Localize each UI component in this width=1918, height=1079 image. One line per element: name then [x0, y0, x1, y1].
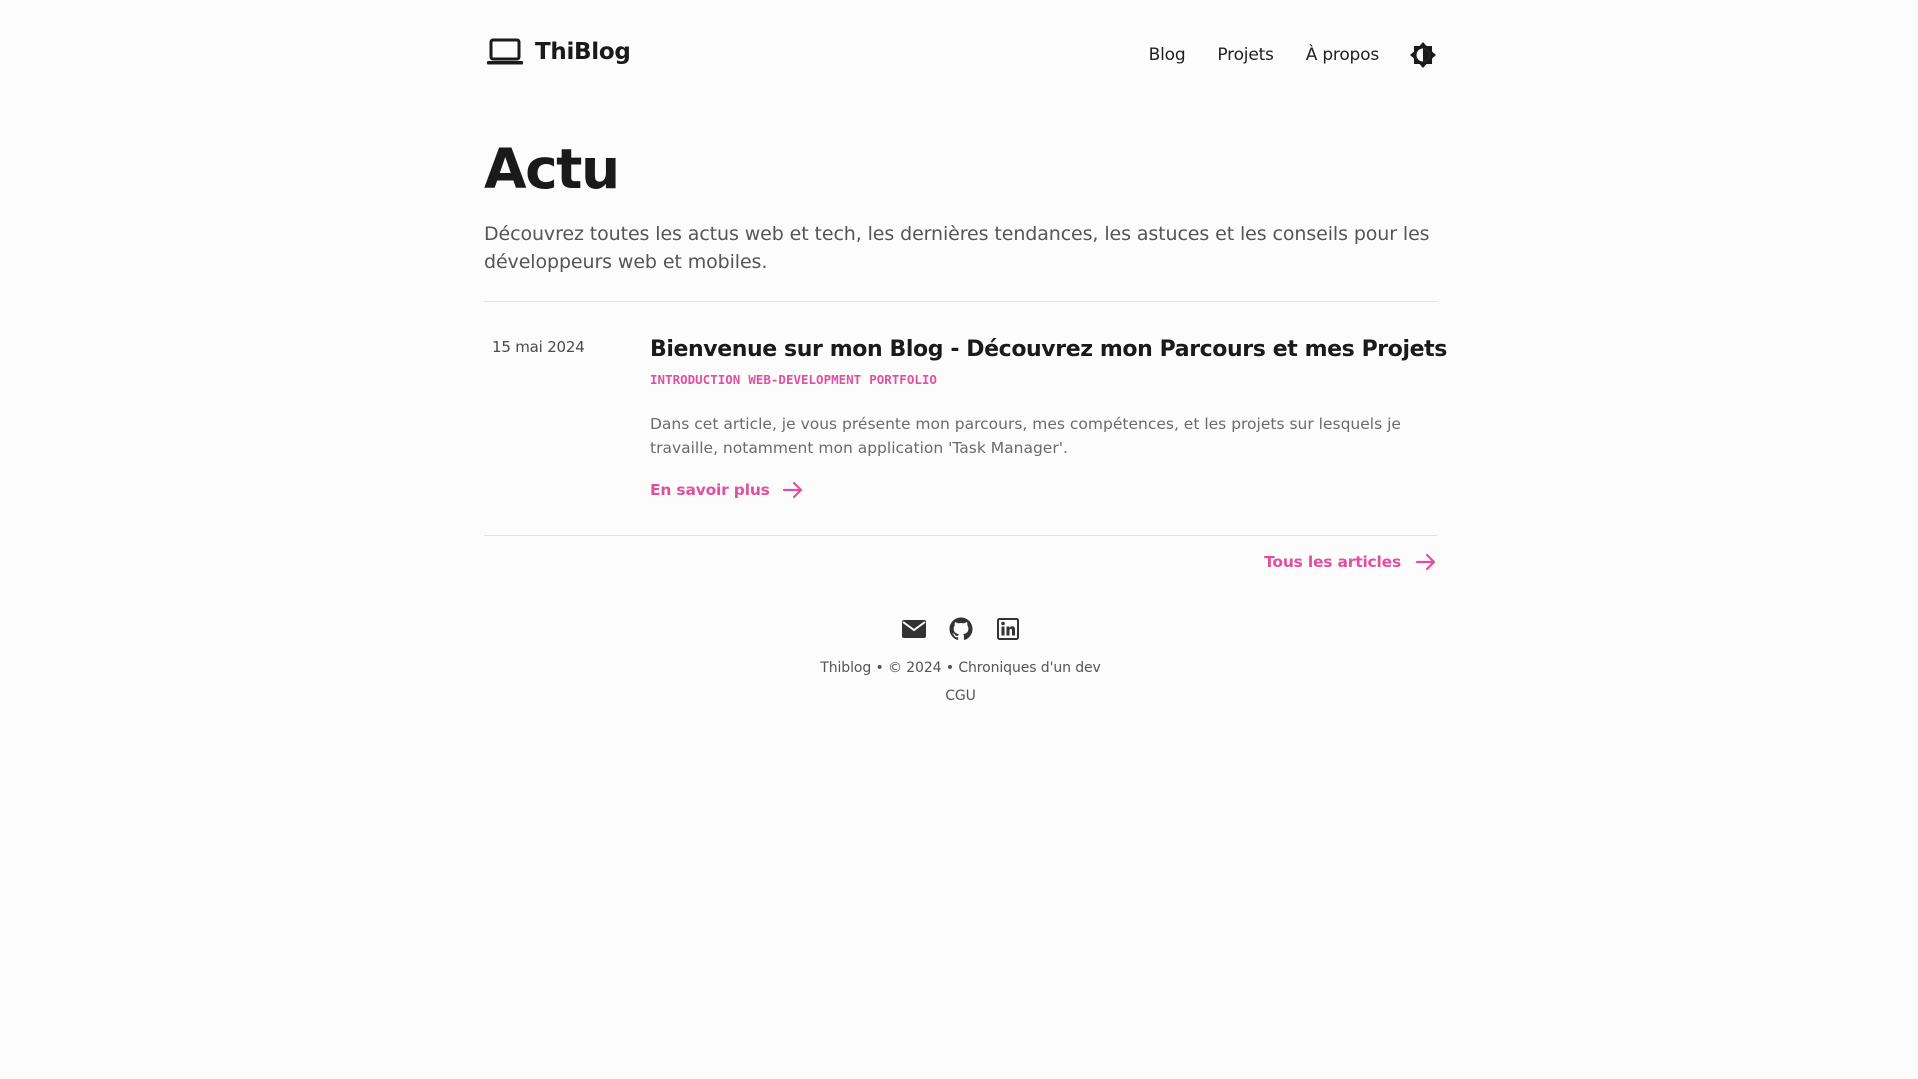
footer-copyright: Thiblog • © 2024 • Chroniques d'un dev — [820, 660, 1101, 676]
github-icon[interactable] — [948, 616, 974, 642]
tag-introduction[interactable]: INTRODUCTION — [650, 372, 740, 387]
post-tags: INTRODUCTION WEB-DEVELOPMENT PORTFOLIO — [650, 372, 1437, 387]
theme-toggle-button[interactable] — [1409, 41, 1437, 69]
read-more-label: En savoir plus — [650, 481, 770, 499]
linkedin-icon[interactable] — [995, 616, 1021, 642]
all-articles-label: Tous les articles — [1264, 553, 1401, 571]
nav-link-projets[interactable]: Projets — [1217, 45, 1273, 65]
post-date: 15 mai 2024 — [492, 338, 585, 356]
footer-terms: CGU — [484, 688, 1437, 704]
post-summary: Dans cet article, je vous présente mon p… — [650, 415, 1401, 457]
contrast-icon — [1410, 42, 1436, 68]
page-title: Actu — [484, 137, 620, 201]
social-links — [484, 616, 1437, 642]
arrow-right-icon — [1415, 553, 1436, 571]
terms-link[interactable]: CGU — [945, 688, 976, 704]
divider — [484, 301, 1437, 302]
laptop-icon — [487, 38, 523, 66]
tag-portfolio[interactable]: PORTFOLIO — [869, 372, 937, 387]
all-articles-link[interactable]: Tous les articles — [1264, 552, 1437, 572]
arrow-right-icon — [782, 481, 802, 499]
post-body: Bienvenue sur mon Blog - Découvrez mon P… — [650, 334, 1447, 500]
main-nav: Blog Projets À propos — [1149, 38, 1437, 72]
divider — [484, 535, 1437, 536]
mail-icon[interactable] — [901, 616, 927, 642]
brand-link[interactable]: ThiBlog — [487, 38, 631, 66]
tag-web-development[interactable]: WEB-DEVELOPMENT — [748, 372, 861, 387]
nav-link-blog[interactable]: Blog — [1149, 45, 1186, 65]
nav-link-a-propos[interactable]: À propos — [1306, 45, 1379, 65]
page-description: Découvrez toutes les actus web et tech, … — [484, 223, 1430, 273]
read-more-link[interactable]: En savoir plus — [650, 480, 804, 500]
post-title-link[interactable]: Bienvenue sur mon Blog - Découvrez mon P… — [650, 334, 1447, 366]
site-header: ThiBlog Blog Projets À propos — [484, 34, 1437, 76]
brand-name: ThiBlog — [535, 39, 631, 65]
